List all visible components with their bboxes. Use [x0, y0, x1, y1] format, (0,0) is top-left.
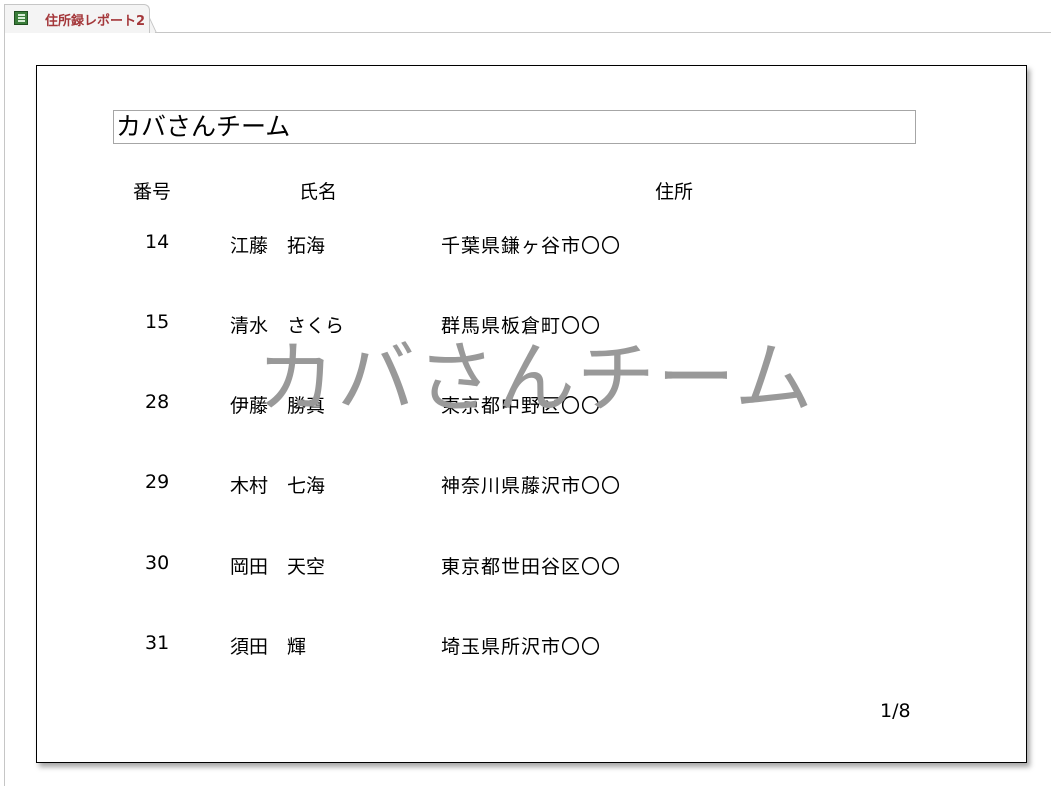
row-address: 千葉県鎌ヶ谷市〇〇 [441, 235, 622, 257]
report-tab-label: 住所録レポート2 [45, 14, 146, 29]
row-name: 江藤 拓海 [230, 235, 326, 257]
tab-bar-divider [155, 32, 1051, 33]
watermark-text: カバさんチーム [257, 334, 815, 424]
report-title-box[interactable]: カバさんチーム [113, 110, 916, 144]
table-row: 30 岡田 天空 東京都世田谷区〇〇 [37, 552, 1028, 582]
page-indicator: 1/8 [880, 700, 911, 722]
report-tab[interactable]: 住所録レポート2 [4, 4, 150, 33]
document-tab-bar: 住所録レポート2 [0, 0, 1051, 33]
header-name: 氏名 [299, 181, 338, 203]
table-row: 14 江藤 拓海 千葉県鎌ヶ谷市〇〇 [37, 231, 1028, 261]
table-row: 29 木村 七海 神奈川県藤沢市〇〇 [37, 471, 1028, 501]
workspace-left-border [4, 33, 5, 786]
header-address: 住所 [655, 181, 694, 203]
row-address: 神奈川県藤沢市〇〇 [441, 475, 622, 497]
header-number: 番号 [133, 181, 172, 203]
table-row: 31 須田 輝 埼玉県所沢市〇〇 [37, 632, 1028, 662]
report-page: カバさんチーム 番号 氏名 住所 14 江藤 拓海 千葉県鎌ヶ谷市〇〇 15 清… [36, 65, 1027, 763]
row-address: 東京都世田谷区〇〇 [441, 556, 622, 578]
row-name: 須田 輝 [230, 636, 307, 658]
row-number: 15 [145, 311, 170, 333]
report-icon [14, 11, 28, 25]
row-number: 29 [145, 471, 170, 493]
row-number: 31 [145, 632, 170, 654]
report-title: カバさんチーム [116, 112, 291, 141]
row-number: 28 [145, 391, 170, 413]
row-name: 木村 七海 [230, 475, 326, 497]
row-number: 14 [145, 231, 170, 253]
row-address: 埼玉県所沢市〇〇 [441, 636, 602, 658]
row-number: 30 [145, 552, 170, 574]
row-name: 岡田 天空 [230, 556, 326, 578]
